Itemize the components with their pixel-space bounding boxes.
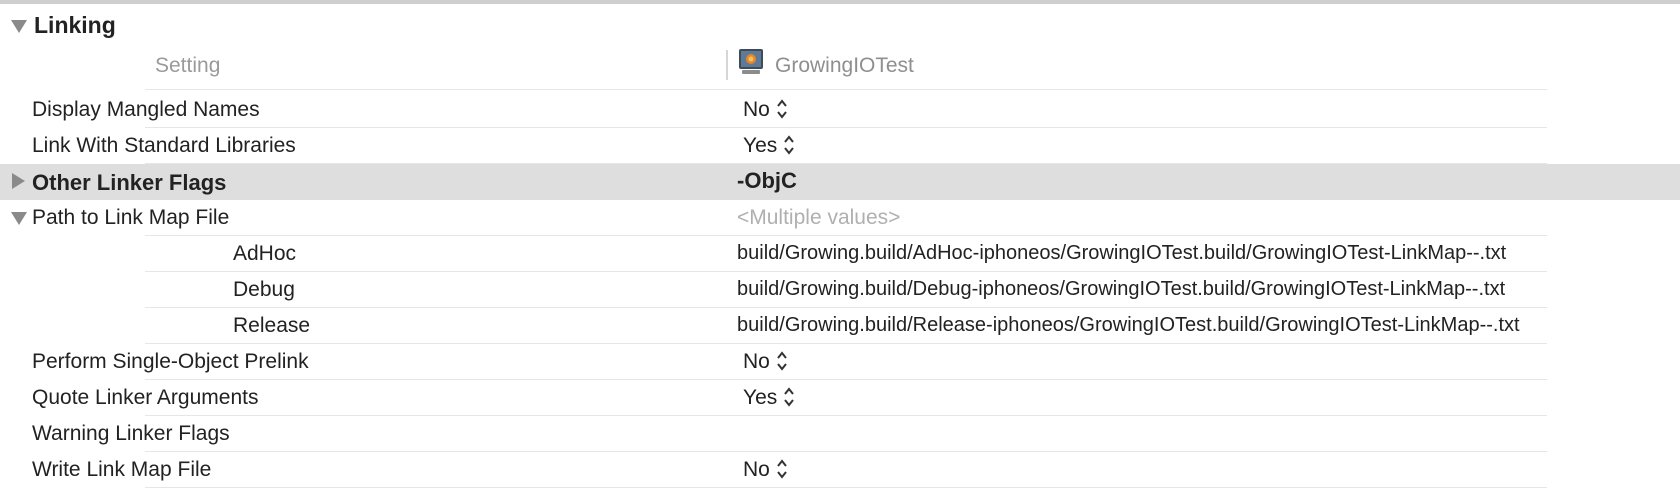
setting-row-quote-linker-arguments[interactable]: Quote Linker Arguments Yes	[0, 380, 1680, 416]
setting-row-display-mangled-names[interactable]: Display Mangled Names No	[0, 92, 1680, 128]
setting-name: Path to Link Map File	[32, 206, 230, 229]
app-target-icon	[739, 49, 763, 74]
setting-name: Debug	[233, 278, 295, 301]
stepper-icon[interactable]	[783, 386, 795, 408]
setting-value[interactable]: build/Growing.build/AdHoc-iphoneos/Growi…	[737, 242, 1506, 265]
column-separator	[726, 50, 728, 80]
setting-name: Link With Standard Libraries	[32, 134, 296, 157]
header-divider	[145, 89, 1547, 90]
stepper-icon[interactable]	[776, 98, 788, 120]
setting-row-adhoc[interactable]: AdHoc build/Growing.build/AdHoc-iphoneos…	[0, 236, 1680, 272]
section-title: Linking	[34, 12, 116, 38]
setting-name: Quote Linker Arguments	[32, 386, 259, 409]
disclosure-down-icon[interactable]	[11, 212, 27, 225]
setting-name: Perform Single-Object Prelink	[32, 350, 309, 373]
setting-row-link-with-standard-libraries[interactable]: Link With Standard Libraries Yes	[0, 128, 1680, 164]
setting-column-label: Setting	[155, 54, 221, 77]
setting-name: Release	[233, 314, 311, 337]
setting-value[interactable]: <Multiple values>	[737, 206, 900, 230]
setting-value[interactable]: No	[743, 350, 788, 374]
setting-value[interactable]: No	[743, 98, 788, 122]
setting-value[interactable]: No	[743, 458, 788, 482]
setting-value[interactable]: Yes	[743, 386, 795, 410]
target-column-label: GrowingIOTest	[775, 54, 914, 77]
setting-row-other-linker-flags[interactable]: Other Linker Flags -ObjC	[0, 164, 1680, 200]
setting-value[interactable]: build/Growing.build/Debug-iphoneos/Growi…	[737, 278, 1505, 301]
setting-name: Write Link Map File	[32, 458, 212, 481]
setting-row-path-to-link-map-file[interactable]: Path to Link Map File <Multiple values>	[0, 200, 1680, 236]
setting-row-write-link-map-file[interactable]: Write Link Map File No	[0, 452, 1680, 488]
top-divider	[0, 0, 1680, 4]
setting-name: Other Linker Flags	[32, 170, 227, 195]
setting-value[interactable]: -ObjC	[737, 168, 797, 194]
setting-row-debug[interactable]: Debug build/Growing.build/Debug-iphoneos…	[0, 272, 1680, 308]
setting-row-release[interactable]: Release build/Growing.build/Release-ipho…	[0, 308, 1680, 344]
setting-name: AdHoc	[233, 242, 297, 265]
setting-row-perform-single-object-prelink[interactable]: Perform Single-Object Prelink No	[0, 344, 1680, 380]
setting-name: Warning Linker Flags	[32, 422, 230, 445]
disclosure-down-icon[interactable]	[11, 20, 27, 33]
row-divider	[145, 487, 1547, 488]
stepper-icon[interactable]	[776, 350, 788, 372]
column-header: Setting GrowingIOTest	[0, 48, 1680, 90]
stepper-icon[interactable]	[776, 458, 788, 480]
stepper-icon[interactable]	[783, 134, 795, 156]
setting-row-warning-linker-flags[interactable]: Warning Linker Flags	[0, 416, 1680, 452]
setting-name: Display Mangled Names	[32, 98, 260, 121]
section-header-linking[interactable]: Linking	[0, 8, 1680, 44]
setting-value[interactable]: Yes	[743, 134, 795, 158]
setting-value[interactable]: build/Growing.build/Release-iphoneos/Gro…	[737, 314, 1520, 337]
disclosure-right-icon[interactable]	[12, 173, 25, 189]
